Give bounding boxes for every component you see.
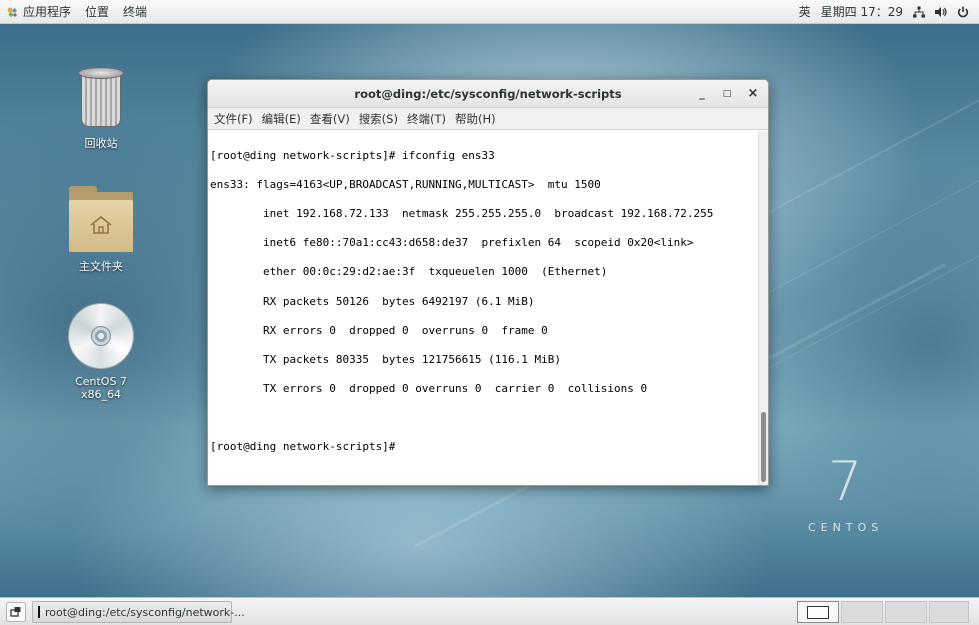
home-folder-icon (69, 184, 133, 252)
close-button[interactable]: × (745, 86, 761, 102)
terminal-icon (38, 606, 45, 618)
bottom-taskbar: root@ding:/etc/sysconfig/network-... (0, 597, 979, 625)
terminal-titlebar[interactable]: root@ding:/etc/sysconfig/network-scripts… (208, 80, 768, 108)
applications-icon (6, 6, 18, 18)
places-menu-label: 位置 (85, 5, 110, 19)
maximize-button[interactable]: □ (719, 86, 735, 102)
applications-menu-label: 应用程序 (23, 5, 72, 19)
desktop-icon-label: 主文件夹 (79, 260, 123, 273)
terminal-app-menu[interactable]: 终端 (116, 0, 154, 24)
minimize-button[interactable]: _ (694, 86, 710, 102)
show-desktop-icon (10, 607, 21, 617)
terminal-app-menu-label: 终端 (123, 5, 148, 19)
network-icon[interactable] (913, 6, 925, 18)
terminal-line: RX errors 0 dropped 0 overruns 0 frame 0 (210, 323, 548, 337)
terminal-line: inet 192.168.72.133 netmask 255.255.255.… (210, 206, 714, 220)
terminal-line: ens33: flags=4163<UP,BROADCAST,RUNNING,M… (210, 177, 601, 191)
taskbar-item-label: root@ding:/etc/sysconfig/network-... (45, 605, 245, 619)
desktop-icon-cdrom[interactable]: CentOS 7 x86_64 (56, 303, 146, 401)
terminal-line: TX errors 0 dropped 0 overruns 0 carrier… (210, 382, 648, 396)
terminal-line: RX packets 50126 bytes 6492197 (6.1 MiB) (210, 294, 535, 308)
desktop-icon-trash[interactable]: 回收站 (56, 67, 146, 151)
workspace-1[interactable] (797, 601, 839, 623)
menu-file[interactable]: 文件(F) (214, 111, 253, 127)
taskbar-item-terminal[interactable]: root@ding:/etc/sysconfig/network-... (32, 601, 245, 623)
terminal-title: root@ding:/etc/sysconfig/network-scripts (354, 86, 622, 101)
applications-menu[interactable]: 应用程序 (0, 0, 78, 24)
clock[interactable]: 星期四 17：29 (821, 3, 903, 20)
centos-watermark-word: CENTOS (808, 521, 884, 534)
desktop-icon-home[interactable]: 主文件夹 (56, 184, 146, 274)
terminal-line: TX packets 80335 bytes 121756615 (116.1 … (210, 352, 561, 366)
terminal-window[interactable]: root@ding:/etc/sysconfig/network-scripts… (207, 79, 769, 486)
workspace-2[interactable] (841, 601, 883, 623)
places-menu[interactable]: 位置 (78, 0, 116, 24)
menu-terminal[interactable]: 终端(T) (407, 111, 446, 127)
power-icon[interactable] (957, 6, 969, 18)
volume-icon[interactable] (935, 6, 947, 18)
menu-view[interactable]: 查看(V) (310, 111, 350, 127)
terminal-output[interactable]: [root@ding network-scripts]# ifconfig en… (208, 131, 760, 485)
desktop-icon-label: 回收站 (84, 137, 118, 150)
terminal-menubar: 文件(F) 编辑(E) 查看(V) 搜索(S) 终端(T) 帮助(H) (208, 108, 768, 130)
show-desktop-button[interactable] (6, 602, 26, 622)
desktop-icon-label: CentOS 7 x86_64 (75, 375, 127, 401)
workspace-4[interactable] (929, 601, 969, 623)
terminal-prompt-line: [root@ding network-scripts]# (210, 440, 403, 454)
top-bar: 应用程序 位置 终端 英 星期四 17：29 (0, 0, 979, 24)
menu-help[interactable]: 帮助(H) (455, 111, 496, 127)
input-method-indicator[interactable]: 英 (799, 3, 811, 20)
menu-search[interactable]: 搜索(S) (359, 111, 398, 127)
disc-icon (68, 303, 134, 369)
menu-edit[interactable]: 编辑(E) (262, 111, 301, 127)
terminal-scrollbar[interactable] (758, 131, 768, 485)
scrollbar-thumb[interactable] (761, 412, 766, 482)
terminal-line: ether 00:0c:29:d2:ae:3f txqueuelen 1000 … (210, 265, 608, 279)
terminal-line: [root@ding network-scripts]# ifconfig en… (210, 148, 495, 162)
workspace-3[interactable] (885, 601, 927, 623)
terminal-line: inet6 fe80::70a1:cc43:d658:de37 prefixle… (210, 236, 694, 250)
centos-watermark: 7 CENTOS (800, 455, 890, 535)
centos-watermark-number: 7 (828, 450, 863, 513)
trash-icon (78, 67, 124, 129)
